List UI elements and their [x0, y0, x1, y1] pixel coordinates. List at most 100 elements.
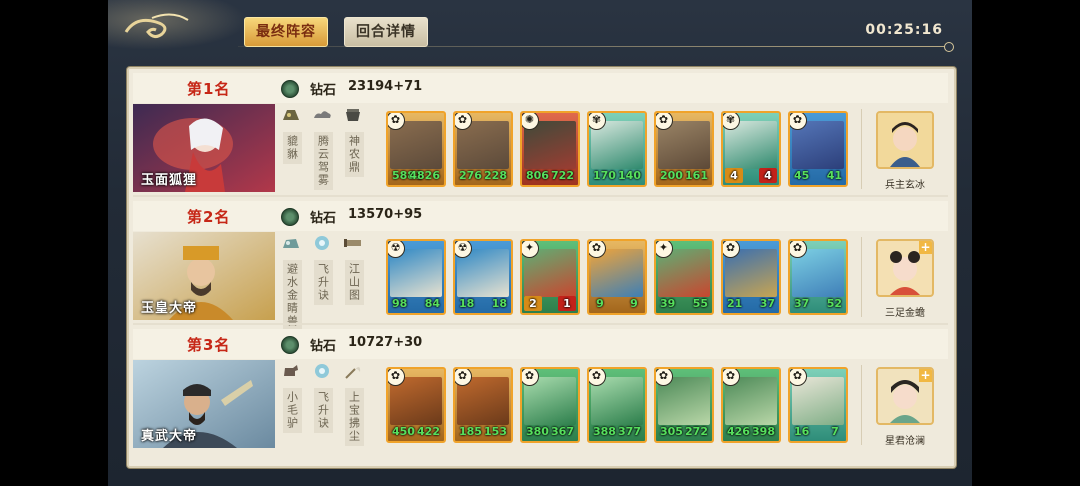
pet-name: 星君沧澜	[885, 436, 925, 447]
unit-card[interactable]: ✿ 426 398	[721, 367, 781, 443]
tab-final-lineup[interactable]: 最终阵容	[244, 17, 328, 47]
rank-row-2: 第2名 钻石 13570+95 玉皇大帝 避水金睛兽 飞升诀 江山图 ☢ 98 …	[129, 197, 954, 331]
add-icon[interactable]: +	[919, 369, 932, 382]
treasure-name: 貔貅	[282, 132, 302, 164]
faction-badge-icon: ✿	[790, 241, 807, 258]
unit-health: 84	[424, 297, 440, 310]
unit-card[interactable]: ☢ 18 18	[453, 239, 513, 315]
results-panel: 第1名 钻石 23194+71 玉面狐狸 貔貅 腾云驾雾 神农鼎 ✿ 5881 …	[127, 67, 956, 468]
pet-portrait[interactable]	[876, 111, 934, 169]
game-screen: 最终阵容 回合详情 00:25:16 第1名 钻石 23194+71 玉面狐狸	[108, 0, 972, 486]
unit-health: 422	[417, 425, 440, 438]
treasure-slot-1[interactable]: 貔貅	[281, 106, 303, 190]
unit-attack: 806	[526, 169, 549, 182]
add-icon[interactable]: +	[919, 241, 932, 254]
tier-score: 23194+71	[348, 79, 423, 94]
tier-score: 10727+30	[348, 335, 423, 350]
faction-badge-icon: ✦	[656, 241, 673, 258]
unit-card[interactable]: ✿ 276 228	[453, 111, 513, 187]
treasure-slot-1[interactable]: 小毛驴	[281, 362, 303, 446]
unit-attack: 185	[459, 425, 482, 438]
unit-card[interactable]: ✿ 380 367	[520, 367, 580, 443]
faction-badge-icon: ✿	[388, 369, 405, 386]
rank-header	[133, 329, 948, 359]
unit-card[interactable]: ✿ 37 52	[788, 239, 848, 315]
diamond-tier-icon	[281, 80, 299, 98]
unit-attack: 18	[459, 297, 475, 310]
hero-portrait[interactable]: 真武大帝	[133, 360, 275, 448]
treasure-name: 神农鼎	[344, 132, 364, 177]
unit-attack: 39	[660, 297, 676, 310]
tab-round-details[interactable]: 回合详情	[344, 17, 428, 47]
faction-badge-icon: ✿	[656, 369, 673, 386]
unit-card[interactable]: ✦ 2 1	[520, 239, 580, 315]
unit-card[interactable]: ✿ 305 272	[654, 367, 714, 443]
unit-card[interactable]: ✿ 200 161	[654, 111, 714, 187]
unit-attack: 21	[727, 297, 743, 310]
unit-attack: 2	[524, 296, 542, 311]
unit-health: 52	[826, 297, 842, 310]
unit-card[interactable]: ✿ 388 377	[587, 367, 647, 443]
unit-health: 55	[692, 297, 708, 310]
treasure-slot-2[interactable]: 腾云驾雾	[312, 106, 334, 190]
unit-card[interactable]: ☢ 98 84	[386, 239, 446, 315]
treasure-slot-3[interactable]: 上宝拂尘	[343, 362, 365, 446]
hero-portrait[interactable]: 玉皇大帝	[133, 232, 275, 320]
unit-health: 722	[551, 169, 574, 182]
unit-card[interactable]: ✦ 39 55	[654, 239, 714, 315]
pet-avatar-icon	[878, 113, 932, 167]
unit-card[interactable]: ✿ 185 153	[453, 367, 513, 443]
tier-name: 钻石	[310, 83, 337, 98]
unit-health: 272	[685, 425, 708, 438]
unit-health: 4	[759, 168, 777, 183]
unit-card[interactable]: ✺ 806 722	[520, 111, 580, 187]
cauldron-icon	[346, 109, 360, 121]
unit-health: 18	[491, 297, 507, 310]
cloud-icon	[314, 111, 331, 118]
header-divider	[238, 46, 950, 47]
treasure-slot-3[interactable]: 江山图	[343, 234, 365, 318]
unit-card[interactable]: ✿ 9 9	[587, 239, 647, 315]
faction-badge-icon: ☢	[388, 241, 405, 258]
unit-attack: 276	[459, 169, 482, 182]
tier-name: 钻石	[310, 339, 337, 354]
faction-badge-icon: ✿	[723, 369, 740, 386]
faction-badge-icon: ✿	[723, 241, 740, 258]
unit-health: 9	[630, 297, 638, 310]
hero-name: 真武大帝	[141, 429, 198, 444]
unit-attack: 37	[794, 297, 810, 310]
treasure-name: 飞升诀	[313, 388, 333, 433]
pet-portrait[interactable]: +	[876, 367, 934, 425]
unit-card[interactable]: ✾ 170 140	[587, 111, 647, 187]
unit-card[interactable]: ✿ 450 422	[386, 367, 446, 443]
faction-badge-icon: ☢	[455, 241, 472, 258]
unit-card[interactable]: ✿ 45 41	[788, 111, 848, 187]
unit-card[interactable]: ✿ 5881 4826	[386, 111, 446, 187]
treasure-slot-2[interactable]: 飞升诀	[312, 234, 334, 318]
faction-badge-icon: ✿	[522, 369, 539, 386]
painting-scroll-icon	[344, 239, 361, 247]
unit-attack: 98	[392, 297, 408, 310]
beast-icon	[283, 239, 299, 248]
pet-portrait[interactable]: +	[876, 239, 934, 297]
hero-portrait[interactable]: 玉面狐狸	[133, 104, 275, 192]
unit-card[interactable]: ✾ 4 4	[721, 111, 781, 187]
treasure-name: 上宝拂尘	[344, 388, 364, 446]
rank-header	[133, 201, 948, 231]
faction-badge-icon: ✾	[589, 113, 606, 130]
treasure-slot-3[interactable]: 神农鼎	[343, 106, 365, 190]
unit-health: 377	[618, 425, 641, 438]
tier-score: 13570+95	[348, 207, 423, 222]
faction-badge-icon: ✾	[723, 113, 740, 130]
cloud-swirl-icon	[124, 13, 189, 39]
unit-health: 41	[826, 169, 842, 182]
faction-badge-icon: ✿	[455, 113, 472, 130]
treasure-slot-1[interactable]: 避水金睛兽	[281, 234, 303, 331]
faction-badge-icon: ✿	[790, 113, 807, 130]
treasure-slot-2[interactable]: 飞升诀	[312, 362, 334, 446]
unit-card[interactable]: ✿ 16 7	[788, 367, 848, 443]
unit-attack: 380	[526, 425, 549, 438]
unit-health: 37	[759, 297, 775, 310]
tier-name: 钻石	[310, 211, 337, 226]
unit-card[interactable]: ✿ 21 37	[721, 239, 781, 315]
